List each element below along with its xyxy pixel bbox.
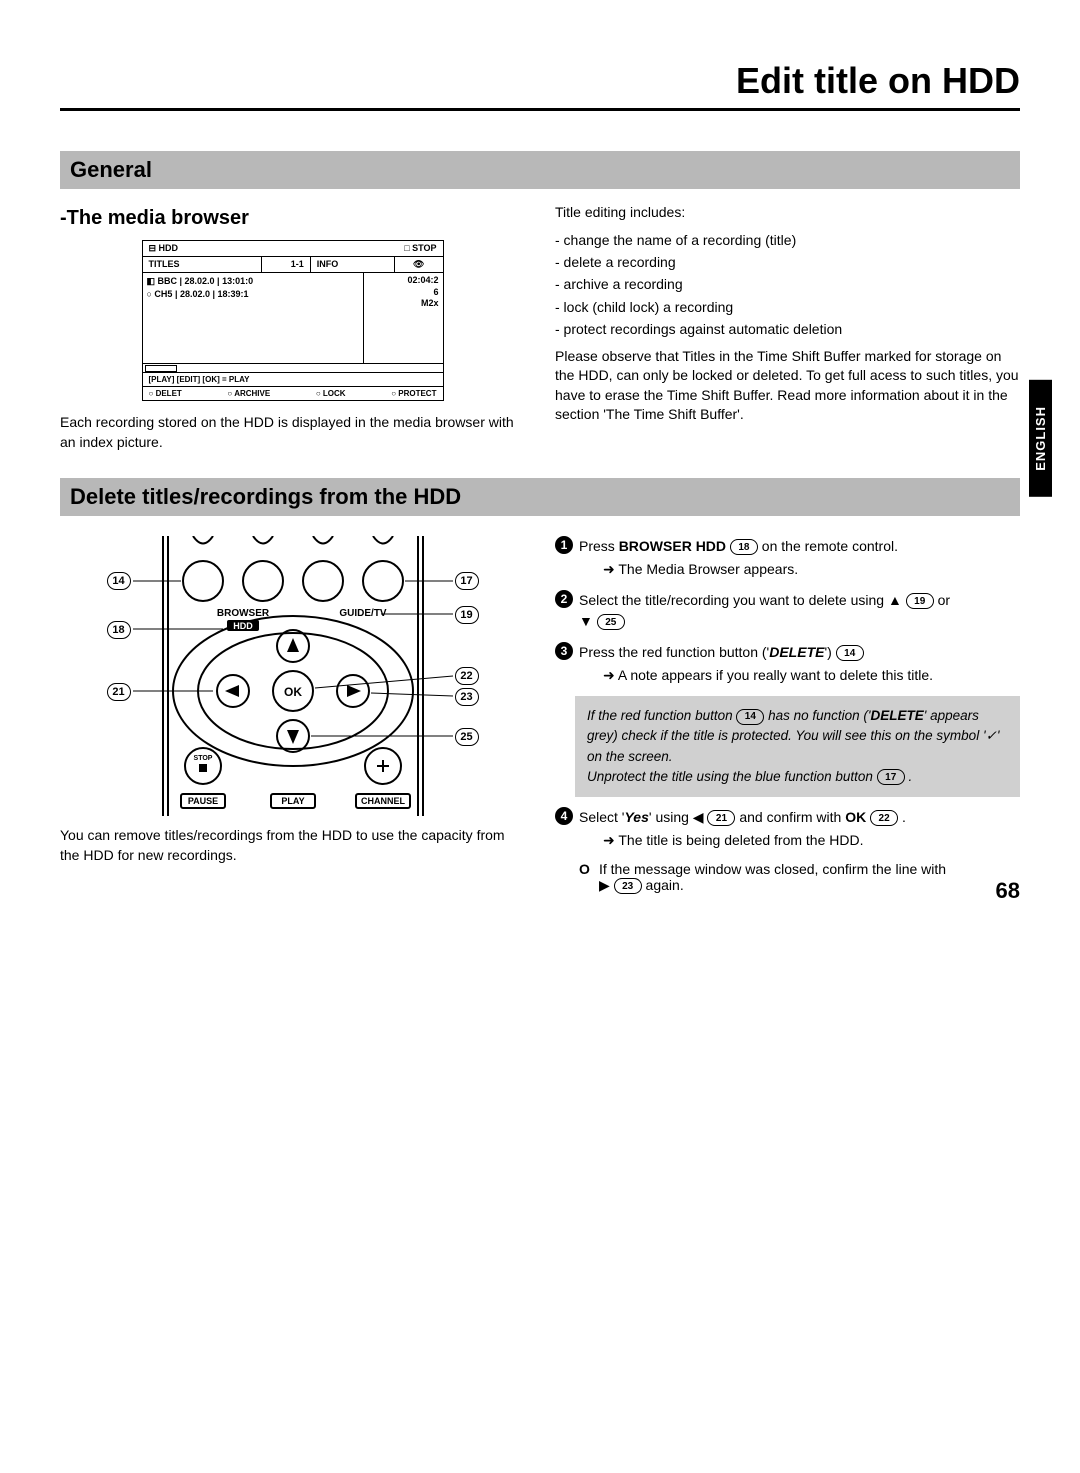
tsb-note: Please observe that Titles in the Time S… <box>555 347 1020 425</box>
callout-18: 18 <box>107 621 131 639</box>
svg-text:HDD: HDD <box>233 621 253 631</box>
step-2: 2 Select the title/recording you want to… <box>555 590 1020 632</box>
step-4: 4 Select 'Yes' using 21 and confirm with… <box>555 807 1020 851</box>
o-bullet: O If the message window was closed, conf… <box>579 861 1020 894</box>
osd-col-info: INFO <box>311 257 395 272</box>
osd-color-buttons: DELET ARCHIVE LOCK PROTECT <box>143 387 443 400</box>
delete-left-caption: You can remove titles/recordings from th… <box>60 826 525 865</box>
osd-col-titles: TITLES <box>143 257 263 272</box>
step-1-result: The Media Browser appears. <box>603 559 1020 580</box>
step-3: 3 Press the red function button ('DELETE… <box>555 642 1020 686</box>
callout-19: 19 <box>455 606 479 624</box>
osd-col-index: 1-1 <box>262 257 311 272</box>
osd-hint: [PLAY] [EDIT] [OK] = PLAY <box>143 373 443 387</box>
osd-scrollbar <box>143 364 443 373</box>
osd-list: ◧ BBC | 28.02.0 | 13:01:0 ○ CH5 | 28.02.… <box>143 273 364 363</box>
osd-info-panel: 02:04:2 6 M2x <box>364 273 443 363</box>
callout-23: 23 <box>455 688 479 706</box>
media-browser-caption: Each recording stored on the HDD is disp… <box>60 413 525 452</box>
remote-diagram: OK BROWSER GUIDE/TV HDD HDD STOP PAUSE P… <box>83 536 503 816</box>
callout-25: 25 <box>455 728 479 746</box>
svg-text:STOP: STOP <box>193 755 212 762</box>
callout-22: 22 <box>455 667 479 685</box>
callout-14: 14 <box>107 572 131 590</box>
step-3-number: 3 <box>555 642 573 660</box>
step-3-result: A note appears if you really want to del… <box>603 665 1020 686</box>
svg-text:PLAY: PLAY <box>281 796 304 806</box>
media-browser-title: -The media browser <box>60 207 525 230</box>
callout-21: 21 <box>107 683 131 701</box>
osd-eye-icon: 👁 <box>395 257 443 272</box>
language-tab: ENGLISH <box>1029 380 1052 497</box>
svg-text:OK: OK <box>284 685 302 699</box>
callout-17: 17 <box>455 572 479 590</box>
section-delete-heading: Delete titles/recordings from the HDD <box>60 478 1020 516</box>
tip-box: If the red function button 14 has no fun… <box>575 696 1020 797</box>
step-4-number: 4 <box>555 807 573 825</box>
editing-intro: Title editing includes: <box>555 203 1020 223</box>
step-2-number: 2 <box>555 590 573 608</box>
svg-text:CHANNEL: CHANNEL <box>361 796 406 806</box>
page-title: Edit title on HDD <box>60 60 1020 111</box>
osd-row-1: ◧ BBC | 28.02.0 | 13:01:0 <box>147 275 359 288</box>
svg-text:BROWSER: BROWSER <box>216 608 269 619</box>
svg-text:PAUSE: PAUSE <box>187 796 217 806</box>
section-general-heading: General <box>60 151 1020 189</box>
step-1-number: 1 <box>555 536 573 554</box>
svg-text:GUIDE/TV: GUIDE/TV <box>339 608 387 619</box>
step-1: 1 Press BROWSER HDD 18 on the remote con… <box>555 536 1020 580</box>
osd-row-2: ○ CH5 | 28.02.0 | 18:39:1 <box>147 288 359 301</box>
editing-bullets: - change the name of a recording (title)… <box>555 229 1020 341</box>
osd-hdd-label: ⊟ HDD <box>149 243 179 254</box>
page-number: 68 <box>996 878 1020 904</box>
osd-stop-label: □ STOP <box>404 243 436 254</box>
step-4-result: The title is being deleted from the HDD. <box>603 830 1020 851</box>
osd-screenshot: ⊟ HDD □ STOP TITLES 1-1 INFO 👁 ◧ BBC | 2… <box>142 240 444 401</box>
